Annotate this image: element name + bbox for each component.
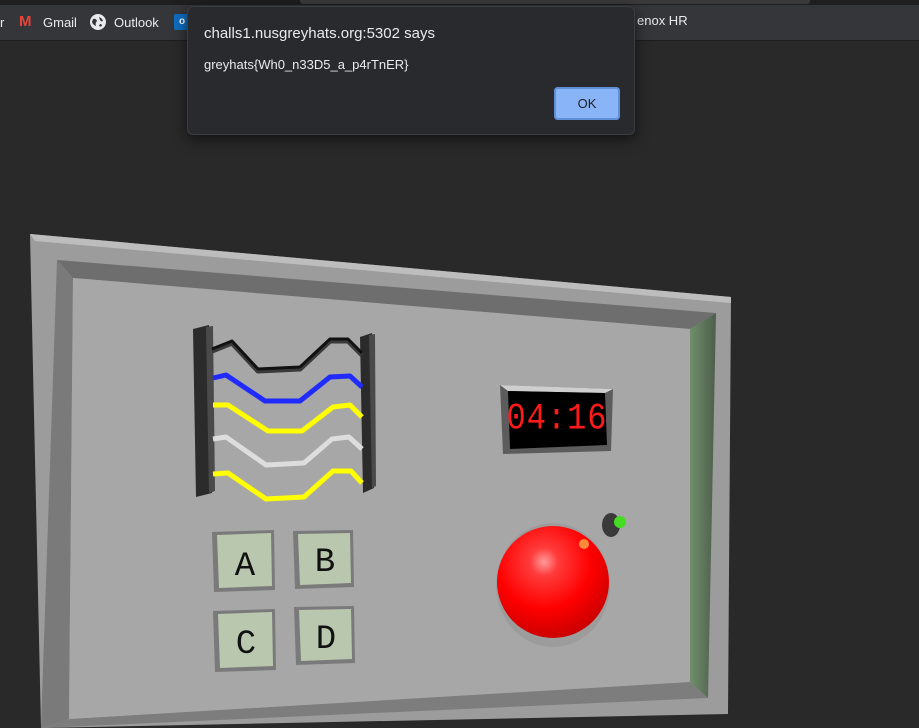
big-red-button[interactable] (496, 523, 610, 647)
globe-icon (90, 14, 106, 30)
bookmark-hr[interactable]: enox HR (637, 13, 688, 28)
bookmark-label: r (0, 14, 5, 30)
timer-readout: 04:16 (507, 399, 608, 441)
button-c-label: C (236, 626, 256, 664)
bomb-scene: 04:16 A B C D (30, 234, 731, 728)
game-viewport: 04:16 A B C D challs1.nusgreyhats.org:53… (0, 6, 919, 728)
tab-strip-accent (300, 0, 810, 4)
bomb-panel (30, 234, 731, 728)
timer-display: 04:16 (500, 385, 613, 454)
gmail-icon: M (19, 13, 32, 30)
button-c[interactable]: C (213, 609, 276, 672)
button-d[interactable]: D (294, 606, 355, 665)
bookmark-partial[interactable]: r (0, 13, 4, 31)
bookmark-gmail[interactable]: M Gmail (19, 13, 77, 31)
button-a[interactable]: A (212, 530, 275, 592)
button-b-label: B (315, 544, 335, 582)
bookmark-label: Gmail (43, 14, 77, 30)
bookmark-label: Outlook (114, 14, 159, 30)
ok-button[interactable]: OK (554, 87, 620, 120)
button-d-label: D (316, 621, 336, 659)
alert-origin: challs1.nusgreyhats.org:5302 says (204, 25, 435, 42)
alert-dialog: challs1.nusgreyhats.org:5302 says greyha… (187, 6, 635, 135)
alert-message: greyhats{Wh0_n33D5_a_p4rTnER} (204, 57, 409, 72)
bookmark-outlook[interactable]: Outlook (90, 13, 159, 31)
button-b[interactable]: B (293, 530, 354, 589)
button-a-label: A (235, 548, 256, 586)
